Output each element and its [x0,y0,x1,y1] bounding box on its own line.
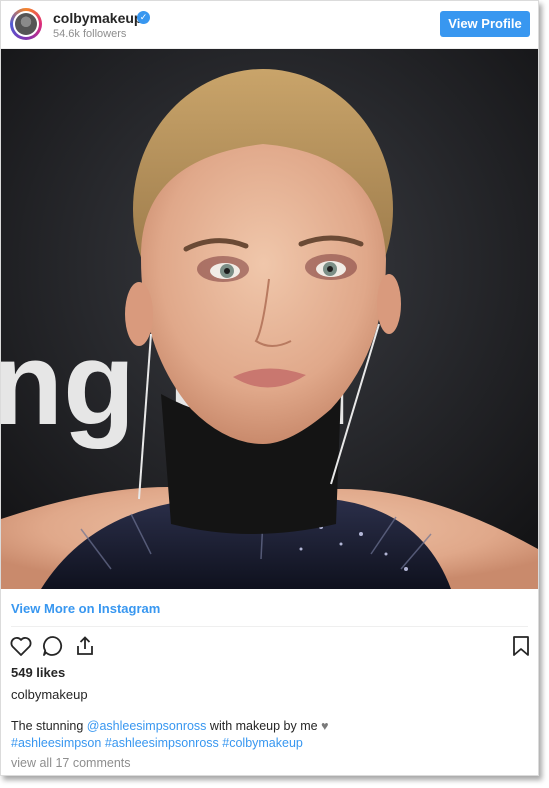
caption-mention[interactable]: @ashleesimpsonross [87,719,207,733]
caption-heart-icon: ♥ [321,719,329,733]
like-count[interactable]: 549 likes [11,665,65,680]
verified-badge-icon: ✓ [137,11,150,24]
share-icon[interactable] [73,634,97,658]
comment-icon[interactable] [41,634,65,658]
bookmark-icon[interactable] [509,634,533,658]
avatar-image [15,13,37,35]
heart-icon[interactable] [9,634,33,658]
view-profile-button[interactable]: View Profile [440,11,530,37]
post-caption: The stunning @ashleesimpsonross with mak… [11,718,521,752]
follower-count: 54.6k followers [53,28,127,40]
avatar[interactable] [10,8,42,40]
caption-text: The stunning [11,719,87,733]
hashtag[interactable]: #colbymakeup [222,736,303,750]
view-more-link[interactable]: View More on Instagram [11,601,160,616]
post-photo[interactable]: ng Bal [1,49,538,589]
portrait-image: ng Bal [1,49,538,589]
post-header: colbymakeup ✓ 54.6k followers View Profi… [1,1,538,49]
caption-text-suffix: with makeup by me [206,719,322,733]
hashtag[interactable]: #ashleesimpson [11,736,101,750]
instagram-embed-card: colbymakeup ✓ 54.6k followers View Profi… [0,0,539,776]
username[interactable]: colbymakeup [53,10,142,26]
divider [11,626,528,627]
post-owner[interactable]: colbymakeup [11,687,88,702]
view-comments-link[interactable]: view all 17 comments [11,756,131,770]
hashtag[interactable]: #ashleesimpsonross [105,736,219,750]
